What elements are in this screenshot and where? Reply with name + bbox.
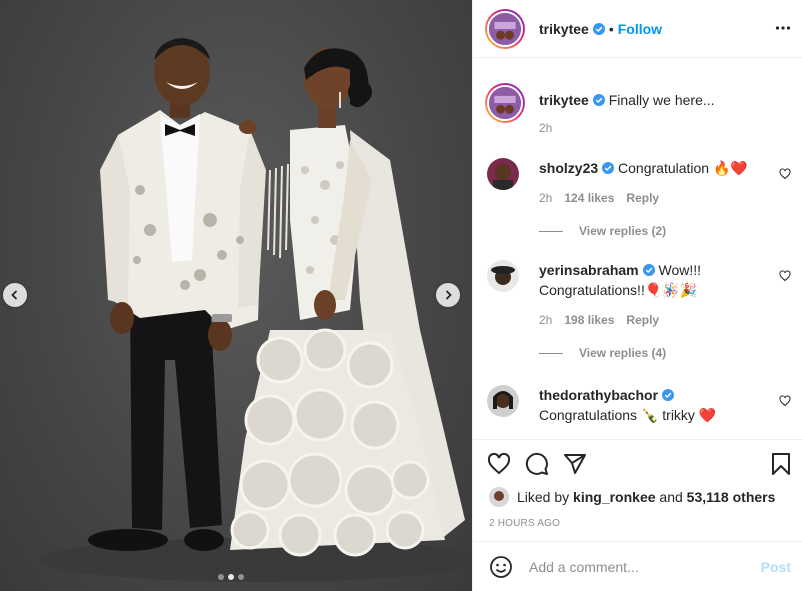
liked-by-summary: Liked by king_ronkee and 53,118 others <box>489 487 775 507</box>
comment-likes[interactable]: 124 likes <box>564 191 614 205</box>
carousel-indicator <box>218 574 244 580</box>
commenter-username[interactable]: thedorathybachor <box>539 387 658 403</box>
view-replies-label: View replies (4) <box>579 346 667 360</box>
carousel-prev-button[interactable] <box>3 283 27 307</box>
post-side-panel: trikytee • Follow trikytee Finally we he… <box>472 0 802 591</box>
commenter-username[interactable]: yerinsabraham <box>539 262 639 278</box>
carousel-dot-active <box>228 574 234 580</box>
heart-icon[interactable] <box>487 452 511 476</box>
caption-text: Finally we here... <box>608 92 715 108</box>
post-header: trikytee • Follow <box>473 0 802 58</box>
verified-badge-icon <box>592 94 605 106</box>
post-actions: Liked by king_ronkee and 53,118 others 2… <box>473 439 802 541</box>
comment-reply-button[interactable]: Reply <box>626 313 659 327</box>
author-avatar[interactable] <box>485 8 525 49</box>
view-replies-label: View replies (2) <box>579 224 667 238</box>
comment-text: Congratulation 🔥❤️ <box>618 160 748 176</box>
comment-likes[interactable]: 198 likes <box>564 313 614 327</box>
commenter-avatar[interactable] <box>487 158 519 190</box>
chevron-right-icon <box>445 290 452 300</box>
caption-avatar-image <box>487 85 523 121</box>
bride-figure <box>230 48 465 557</box>
caption-age: 2h <box>539 121 553 135</box>
commenter-username[interactable]: sholzy23 <box>539 160 598 176</box>
more-options-icon[interactable] <box>775 20 791 36</box>
liked-by-others[interactable]: 53,118 others <box>687 489 776 505</box>
comment-age: 2h <box>539 313 553 327</box>
verified-badge-icon <box>592 22 605 35</box>
view-replies-button[interactable]: View replies (4) <box>539 346 666 360</box>
comment-composer: Post <box>473 541 802 591</box>
groom-figure <box>88 38 266 551</box>
comment-age: 2h <box>539 191 553 205</box>
caption-author-avatar[interactable] <box>485 83 525 123</box>
comment-like-heart-icon[interactable] <box>779 270 791 282</box>
commenter-avatar[interactable] <box>487 260 519 292</box>
liker-avatar[interactable] <box>489 487 509 507</box>
comment-like-heart-icon[interactable] <box>779 395 791 407</box>
chevron-left-icon <box>11 290 18 300</box>
verified-badge-icon <box>662 389 675 401</box>
bookmark-icon[interactable] <box>769 452 793 476</box>
couple-photo-image <box>40 38 472 582</box>
follow-separator: • <box>608 20 614 37</box>
liked-by-user[interactable]: king_ronkee <box>573 489 655 505</box>
commenter-avatar[interactable] <box>487 385 519 417</box>
comment-reply-button[interactable]: Reply <box>626 191 659 205</box>
carousel-dot <box>218 574 224 580</box>
share-icon[interactable] <box>563 452 587 476</box>
post-timestamp[interactable]: 2 HOURS AGO <box>489 518 560 529</box>
post-photo[interactable] <box>0 0 472 591</box>
liked-by-prefix: Liked by <box>517 489 570 505</box>
caption-username[interactable]: trikytee <box>539 92 589 108</box>
emoji-icon[interactable] <box>489 555 513 579</box>
author-avatar-image <box>487 10 523 47</box>
carousel-next-button[interactable] <box>436 283 460 307</box>
follow-button[interactable]: Follow <box>618 21 662 37</box>
comment-icon[interactable] <box>525 452 549 476</box>
author-username[interactable]: trikytee <box>539 21 589 37</box>
post-comment-button[interactable]: Post <box>761 559 791 575</box>
liked-by-and: and <box>659 489 683 505</box>
comment-text: Congratulations 🍾 trikky ❤️ <box>539 407 717 423</box>
replies-divider <box>539 352 563 354</box>
verified-badge-icon <box>642 264 655 276</box>
carousel-dot <box>238 574 244 580</box>
view-replies-button[interactable]: View replies (2) <box>539 224 666 238</box>
comment-input[interactable] <box>529 558 761 575</box>
replies-divider <box>539 230 563 232</box>
verified-badge-icon <box>602 162 615 174</box>
comments-list[interactable]: trikytee Finally we here... 2h sholzy23 … <box>473 59 802 439</box>
comment-like-heart-icon[interactable] <box>779 168 791 180</box>
